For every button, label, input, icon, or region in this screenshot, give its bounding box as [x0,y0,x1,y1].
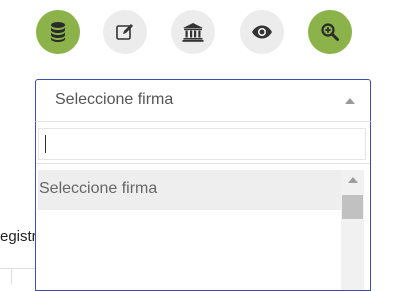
database-button[interactable] [36,10,80,54]
table-border [0,268,36,269]
edit-icon [116,24,133,40]
background-label: egistr [0,228,37,245]
zoom-in-icon [321,23,339,41]
scroll-thumb[interactable] [342,195,363,219]
select-value: Seleccione firma [55,91,174,108]
select-dropdown: Seleccione firma [35,121,371,291]
search-area [36,122,370,164]
database-icon [51,22,65,42]
edit-button[interactable] [103,10,147,54]
dropdown-scrollbar[interactable] [341,170,364,290]
dropdown-search-input[interactable] [38,128,366,160]
scroll-up-arrow-icon[interactable] [348,177,358,183]
table-border [11,268,12,284]
eye-icon [252,25,272,39]
caret-up-icon [345,98,355,104]
option-label: Seleccione firma [39,180,158,197]
bank-button[interactable] [171,10,215,54]
zoom-button[interactable] [308,10,352,54]
dropdown-option[interactable]: Seleccione firma [38,170,341,210]
bank-icon [182,23,204,42]
view-button[interactable] [240,10,284,54]
firma-select[interactable]: Seleccione firma [35,79,371,121]
text-cursor [45,135,46,153]
